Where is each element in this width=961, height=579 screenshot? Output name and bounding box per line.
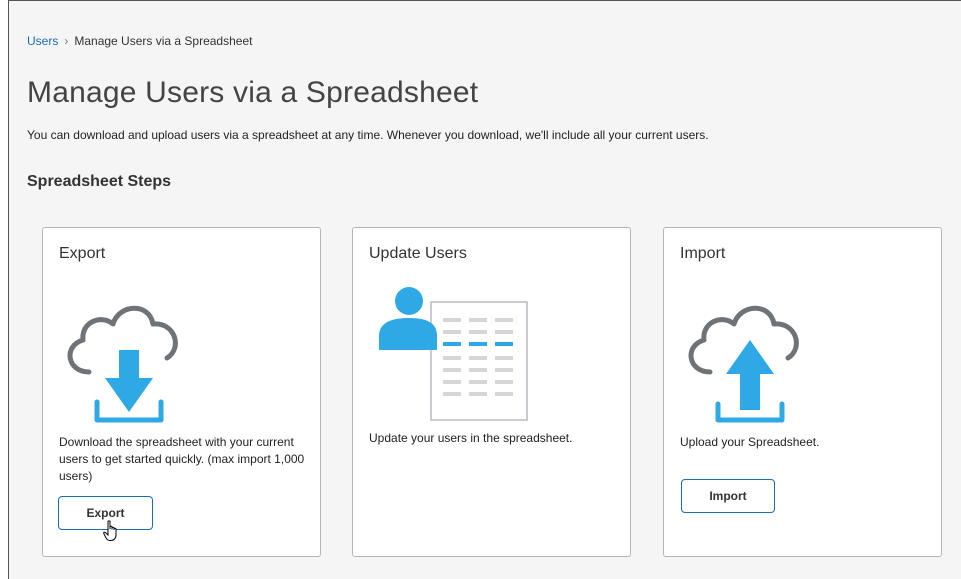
- import-button[interactable]: Import: [681, 479, 775, 513]
- user-spreadsheet-icon: [369, 284, 529, 429]
- breadcrumb-separator: ›: [64, 34, 69, 48]
- cloud-download-icon: [57, 282, 187, 432]
- main-content: Users › Manage Users via a Spreadsheet M…: [8, 0, 961, 579]
- breadcrumb-current: Manage Users via a Spreadsheet: [74, 34, 253, 48]
- cloud-upload-icon: [678, 282, 808, 432]
- update-users-card-title: Update Users: [369, 245, 467, 262]
- export-card-text: Download the spreadsheet with your curre…: [59, 435, 305, 483]
- update-users-card-text: Update your users in the spreadsheet.: [369, 431, 573, 445]
- breadcrumb-link-users[interactable]: Users: [27, 34, 58, 48]
- update-users-card: Update Users Update your users in the sp…: [352, 227, 631, 557]
- import-card-text: Upload your Spreadsheet.: [680, 435, 820, 449]
- import-card: Import Upload your Spreadsheet. Import: [663, 227, 942, 557]
- page-description: You can download and upload users via a …: [27, 128, 709, 142]
- import-card-title: Import: [680, 245, 726, 262]
- export-card-title: Export: [59, 245, 106, 262]
- export-card: Export Download the spreadsheet with you…: [42, 227, 321, 557]
- breadcrumb: Users › Manage Users via a Spreadsheet: [27, 34, 252, 48]
- section-title: Spreadsheet Steps: [27, 173, 172, 190]
- hand-cursor-icon: [103, 520, 121, 547]
- page-title: Manage Users via a Spreadsheet: [27, 76, 479, 109]
